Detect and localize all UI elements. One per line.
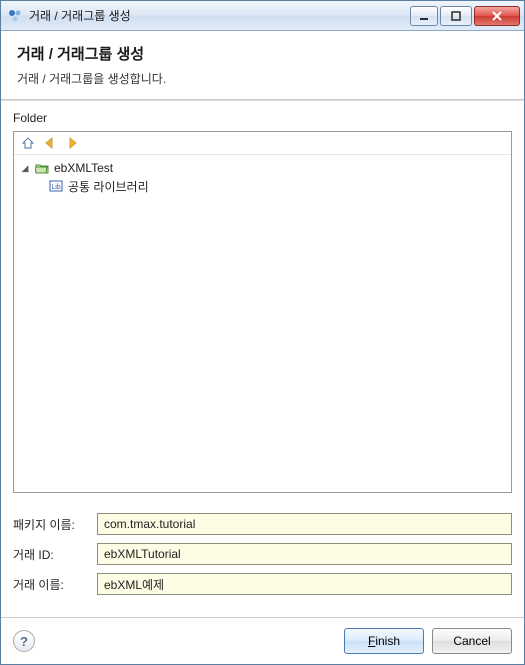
- transaction-name-label: 거래 이름:: [13, 576, 93, 593]
- window-controls: [410, 6, 520, 26]
- transaction-id-label: 거래 ID:: [13, 546, 93, 563]
- folder-tree[interactable]: ◢ ebXMLTest Lib: [14, 155, 511, 492]
- transaction-id-field[interactable]: [97, 543, 512, 565]
- finish-button-label-rest: inish: [375, 634, 400, 648]
- package-name-field[interactable]: [97, 513, 512, 535]
- app-icon: [7, 8, 23, 24]
- close-button[interactable]: [474, 6, 520, 26]
- home-icon[interactable]: [20, 135, 36, 151]
- arrow-right-icon[interactable]: [64, 135, 80, 151]
- cancel-button[interactable]: Cancel: [432, 628, 512, 654]
- svg-text:Lib: Lib: [51, 184, 60, 191]
- maximize-button[interactable]: [440, 6, 472, 26]
- dialog-footer: ? Finish Cancel: [1, 617, 524, 664]
- tree-node-child[interactable]: Lib 공통 라이브러리: [20, 177, 505, 195]
- arrow-left-icon[interactable]: [42, 135, 58, 151]
- folder-panel: ◢ ebXMLTest Lib: [13, 131, 512, 493]
- dialog-header: 거래 / 거래그룹 생성 거래 / 거래그룹을 생성합니다.: [1, 31, 524, 99]
- package-name-label: 패키지 이름:: [13, 516, 93, 533]
- expander-icon[interactable]: ◢: [20, 163, 30, 174]
- transaction-name-field[interactable]: [97, 573, 512, 595]
- finish-button[interactable]: Finish: [344, 628, 424, 654]
- dialog-window: 거래 / 거래그룹 생성 거래 / 거래그룹 생성 거래 / 거래그룹을 생성합…: [0, 0, 525, 665]
- folder-label: Folder: [13, 111, 512, 125]
- tree-node-label: ebXMLTest: [54, 161, 113, 175]
- page-subtitle: 거래 / 거래그룹을 생성합니다.: [17, 70, 508, 87]
- folder-toolbar: [14, 132, 511, 155]
- tree-node-root[interactable]: ◢ ebXMLTest: [20, 159, 505, 177]
- minimize-button[interactable]: [410, 6, 438, 26]
- folder-open-icon: [34, 160, 50, 176]
- help-icon[interactable]: ?: [13, 630, 35, 652]
- content-area: Folder ◢: [1, 101, 524, 617]
- page-title: 거래 / 거래그룹 생성: [17, 43, 508, 64]
- window-title: 거래 / 거래그룹 생성: [29, 7, 410, 24]
- tree-node-label: 공통 라이브러리: [68, 178, 149, 195]
- titlebar: 거래 / 거래그룹 생성: [1, 1, 524, 31]
- lib-icon: Lib: [48, 178, 64, 194]
- form-grid: 패키지 이름: 거래 ID: 거래 이름:: [13, 513, 512, 595]
